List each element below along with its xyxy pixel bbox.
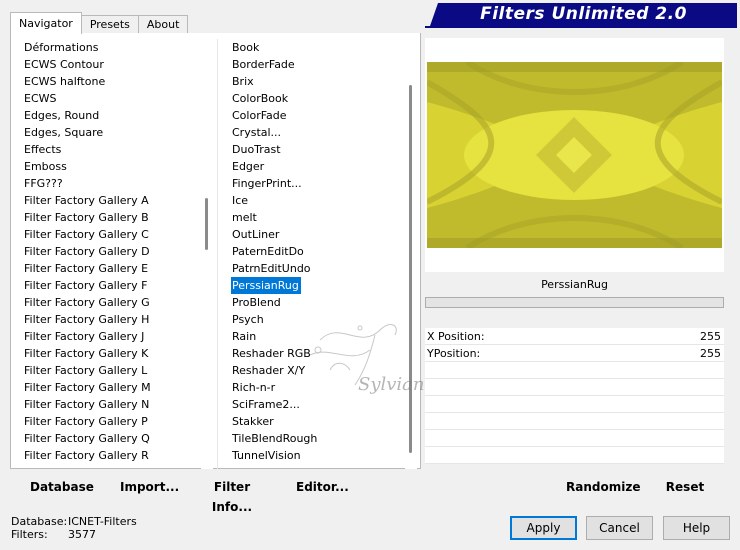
category-item[interactable]: Filter Factory Gallery B — [23, 209, 203, 226]
list-divider — [217, 39, 218, 469]
filter-item[interactable]: FingerPrint... — [231, 175, 416, 192]
param-row-empty — [425, 413, 724, 430]
help-button[interactable]: Help — [663, 516, 730, 540]
preview-frame — [425, 38, 724, 272]
filters-label: Filters: — [11, 528, 48, 541]
category-item[interactable]: Filter Factory Gallery R — [23, 447, 203, 464]
category-item[interactable]: Emboss — [23, 158, 203, 175]
tab-navigator[interactable]: Navigator — [10, 12, 82, 34]
database-button[interactable]: Database — [30, 477, 94, 497]
category-item[interactable]: Filter Factory Gallery J — [23, 328, 203, 345]
param-label: YPosition: — [427, 347, 481, 360]
filter-item[interactable]: Brix — [231, 73, 416, 90]
tab-presets[interactable]: Presets — [80, 15, 139, 34]
filter-item[interactable]: Ice — [231, 192, 416, 209]
filter-item[interactable]: melt — [231, 209, 416, 226]
category-item[interactable]: Filter Factory Gallery N — [23, 396, 203, 413]
filter-item[interactable]: Edger — [231, 158, 416, 175]
database-value: ICNET-Filters — [68, 515, 137, 528]
category-item[interactable]: Filter Factory Gallery E — [23, 260, 203, 277]
category-scroll-thumb[interactable] — [205, 198, 208, 250]
progress-bar — [425, 297, 724, 308]
filter-item[interactable]: Book — [231, 39, 416, 56]
reset-button[interactable]: Reset — [664, 477, 706, 497]
filter-item[interactable]: ProBlend — [231, 294, 416, 311]
category-item[interactable]: Filter Factory Gallery C — [23, 226, 203, 243]
app-title: Filters Unlimited 2.0 — [480, 4, 687, 24]
filter-item[interactable]: DuoTrast — [231, 141, 416, 158]
category-scrollbar[interactable] — [201, 33, 213, 469]
category-item[interactable]: Filter Factory Gallery A — [23, 192, 203, 209]
category-item[interactable]: Filter Factory Gallery D — [23, 243, 203, 260]
param-label: X Position: — [427, 330, 485, 343]
category-item[interactable]: Edges, Round — [23, 107, 203, 124]
editor-button[interactable]: Editor... — [296, 477, 349, 497]
filter-item[interactable]: PatrnEditUndo — [231, 260, 416, 277]
category-item[interactable]: Filter Factory Gallery F — [23, 277, 203, 294]
category-item[interactable]: Déformations — [23, 39, 203, 56]
filter-item[interactable]: Crystal... — [231, 124, 416, 141]
category-item[interactable]: Filter Factory Gallery M — [23, 379, 203, 396]
category-item[interactable]: ECWS Contour — [23, 56, 203, 73]
category-item[interactable]: Filter Factory Gallery G — [23, 294, 203, 311]
cancel-button[interactable]: Cancel — [586, 516, 653, 540]
param-row-empty — [425, 447, 724, 464]
filter-item[interactable]: ColorBook — [231, 90, 416, 107]
filter-item[interactable]: ColorFade — [231, 107, 416, 124]
randomize-button[interactable]: Randomize — [566, 477, 640, 497]
title-banner: Filters Unlimited 2.0 — [430, 3, 737, 26]
category-item[interactable]: ECWS halftone — [23, 73, 203, 90]
filter-item[interactable]: PaternEditDo — [231, 243, 416, 260]
category-item[interactable]: ECWS — [23, 90, 203, 107]
filter-info-button[interactable]: Filter Info... — [199, 477, 265, 514]
category-item[interactable]: Edges, Square — [23, 124, 203, 141]
param-row-empty — [425, 430, 724, 447]
category-list[interactable]: Déformations ECWS Contour ECWS halftone ECW… — [23, 39, 203, 464]
tab-bar: Navigator Presets About — [10, 12, 189, 34]
param-value[interactable]: 255 — [700, 328, 721, 345]
filter-item[interactable]: TileBlendRough — [231, 430, 416, 447]
database-label: Database: — [11, 515, 68, 528]
category-item[interactable]: Filter Factory Gallery L — [23, 362, 203, 379]
apply-button[interactable]: Apply — [510, 516, 577, 540]
filter-item[interactable]: TunnelVision — [231, 447, 416, 464]
filter-item[interactable]: OutLiner — [231, 226, 416, 243]
filter-item-selected[interactable]: PerssianRug — [230, 276, 302, 295]
param-row-y[interactable]: YPosition: 255 — [425, 345, 724, 362]
banner-underline — [425, 26, 737, 28]
category-item[interactable]: Filter Factory Gallery K — [23, 345, 203, 362]
tab-about[interactable]: About — [137, 15, 189, 34]
import-button[interactable]: Import... — [120, 477, 179, 497]
param-row-empty — [425, 396, 724, 413]
category-item[interactable]: Filter Factory Gallery H — [23, 311, 203, 328]
category-item[interactable]: FFG??? — [23, 175, 203, 192]
parameter-list: X Position: 255 YPosition: 255 — [425, 328, 724, 464]
param-row-empty — [425, 362, 724, 379]
category-item[interactable]: Filter Factory Gallery Q — [23, 430, 203, 447]
filter-item[interactable]: BorderFade — [231, 56, 416, 73]
filters-count: 3577 — [68, 528, 96, 541]
param-row-empty — [425, 379, 724, 396]
param-value[interactable]: 255 — [700, 345, 721, 362]
category-item[interactable]: Filter Factory Gallery P — [23, 413, 203, 430]
category-item[interactable]: Effects — [23, 141, 203, 158]
param-row-x[interactable]: X Position: 255 — [425, 328, 724, 345]
filter-preview-image — [427, 62, 722, 248]
selected-filter-name: PerssianRug — [425, 273, 724, 296]
watermark-text: Sylviane — [358, 374, 435, 395]
